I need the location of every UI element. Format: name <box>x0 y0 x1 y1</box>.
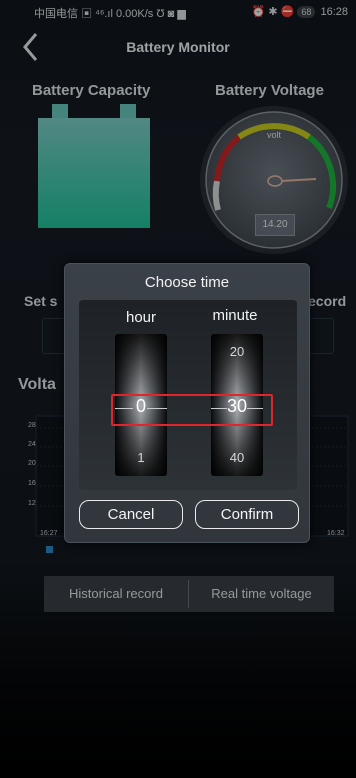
minute-prev-value: 20 <box>229 344 245 359</box>
minute-next-value: 40 <box>229 450 245 465</box>
hour-next-value: 1 <box>137 450 145 465</box>
dialog-title: Choose time <box>144 274 230 291</box>
minute-label: minute <box>212 307 258 324</box>
choose-time-dialog: Choose time hour minute 0 1 20 30 40 Can… <box>64 263 310 543</box>
confirm-button[interactable]: Confirm <box>195 500 299 529</box>
hour-label: hour <box>125 309 157 326</box>
selection-highlight-box <box>111 394 273 426</box>
cancel-button[interactable]: Cancel <box>79 500 183 529</box>
app-screen: 中国电信 ▣ ⁴⁶.ıl 0.00K/s Ʊ ◙ ▆ ⏰ ✱ ⛔ 68 16:2… <box>0 0 356 778</box>
